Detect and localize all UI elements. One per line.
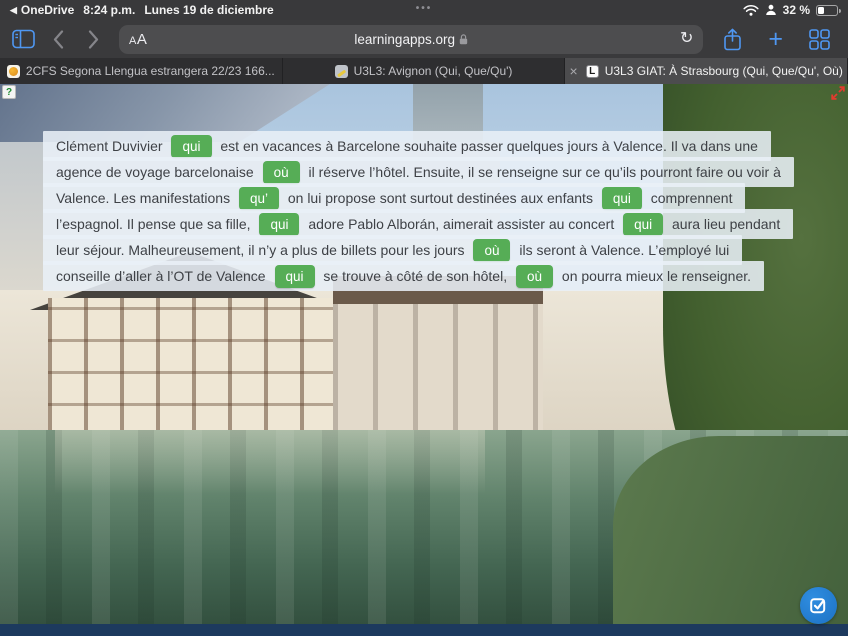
- answer-chip[interactable]: qu’: [239, 187, 279, 210]
- browser-toolbar: AA learningapps.org ↻ +: [0, 20, 848, 58]
- doc-favicon-icon: [335, 65, 348, 78]
- new-tab-icon[interactable]: +: [768, 29, 783, 49]
- check-task-icon: [809, 596, 828, 615]
- share-icon[interactable]: [723, 28, 742, 51]
- tab-avignon[interactable]: U3L3: Avignon (Qui, Que/Qu'): [283, 58, 566, 84]
- tab-moodle-course[interactable]: 2CFS Segona Llengua estrangera 22/23 166…: [0, 58, 283, 84]
- lock-icon: [459, 34, 468, 45]
- learningapps-favicon-icon: L: [586, 65, 599, 78]
- tab-bar: 2CFS Segona Llengua estrangera 22/23 166…: [0, 58, 848, 84]
- multitask-handle[interactable]: •••: [416, 3, 433, 14]
- tab-title: U3L3 GIAT: À Strasbourg (Qui, Que/Qu', O…: [605, 64, 843, 78]
- url-text: learningapps.org: [354, 32, 455, 47]
- check-answer-button[interactable]: [800, 587, 837, 624]
- answer-chip[interactable]: qui: [602, 187, 642, 210]
- battery-icon: [816, 5, 838, 16]
- answer-chip[interactable]: où: [473, 239, 510, 262]
- help-icon[interactable]: ?: [2, 85, 16, 99]
- tab-strasbourg-active[interactable]: × L U3L3 GIAT: À Strasbourg (Qui, Que/Qu…: [565, 58, 848, 84]
- answer-chip[interactable]: qui: [259, 213, 299, 236]
- cloze-segment: se trouve à côté de son hôtel,: [320, 268, 511, 284]
- photo-half-timbered-house: [48, 298, 333, 438]
- answer-chip[interactable]: où: [263, 161, 300, 184]
- cloze-segment: Clément Duvivier: [56, 138, 166, 154]
- battery-fill: [818, 7, 824, 14]
- tab-title: U3L3: Avignon (Qui, Que/Qu'): [354, 64, 513, 78]
- answer-chip[interactable]: qui: [623, 213, 663, 236]
- reload-icon[interactable]: ↻: [680, 31, 693, 47]
- answer-chip[interactable]: qui: [171, 135, 211, 158]
- tab-title: 2CFS Segona Llengua estrangera 22/23 166…: [26, 64, 275, 78]
- forward-icon[interactable]: [88, 30, 99, 49]
- clock: 8:24 p.m.: [83, 3, 135, 17]
- back-icon[interactable]: [53, 30, 64, 49]
- answer-chip[interactable]: où: [516, 265, 553, 288]
- user-icon: [765, 4, 777, 16]
- sidebar-icon[interactable]: [12, 29, 35, 49]
- battery-percent: 32 %: [783, 3, 810, 17]
- answer-chip[interactable]: qui: [275, 265, 315, 288]
- cloze-segment: on lui propose sont surtout destinées au…: [284, 190, 597, 206]
- reader-aa-button[interactable]: AA: [129, 31, 147, 48]
- fullscreen-icon[interactable]: [831, 86, 845, 100]
- return-app-label: OneDrive: [21, 3, 74, 17]
- cloze-text: Clément Duvivier qui est en vacances à B…: [43, 133, 785, 289]
- photo-house: [333, 304, 543, 438]
- close-tab-icon[interactable]: ×: [570, 63, 578, 79]
- photo-bottom-strip: [0, 624, 848, 636]
- cloze-segment: on pourra mieux le renseigner.: [558, 268, 751, 284]
- cloze-exercise-panel: Clément Duvivier qui est en vacances à B…: [43, 133, 785, 289]
- address-bar[interactable]: AA learningapps.org ↻: [119, 25, 703, 54]
- return-to-app-button[interactable]: ◀ OneDrive: [10, 3, 74, 17]
- date: Lunes 19 de diciembre: [144, 3, 273, 17]
- wifi-icon: [743, 5, 759, 16]
- photo-house-reflection: [55, 430, 485, 494]
- back-triangle-icon: ◀: [10, 5, 17, 16]
- page-content: ? Clément Duvivier qui est en vacances à…: [0, 84, 848, 636]
- moodle-favicon-icon: [7, 65, 20, 78]
- status-bar: ◀ OneDrive 8:24 p.m. Lunes 19 de diciemb…: [0, 0, 848, 20]
- tabs-icon[interactable]: [809, 29, 830, 50]
- ipad-screen: ◀ OneDrive 8:24 p.m. Lunes 19 de diciemb…: [0, 0, 848, 636]
- cloze-segment: adore Pablo Alborán, aimerait assister a…: [304, 216, 618, 232]
